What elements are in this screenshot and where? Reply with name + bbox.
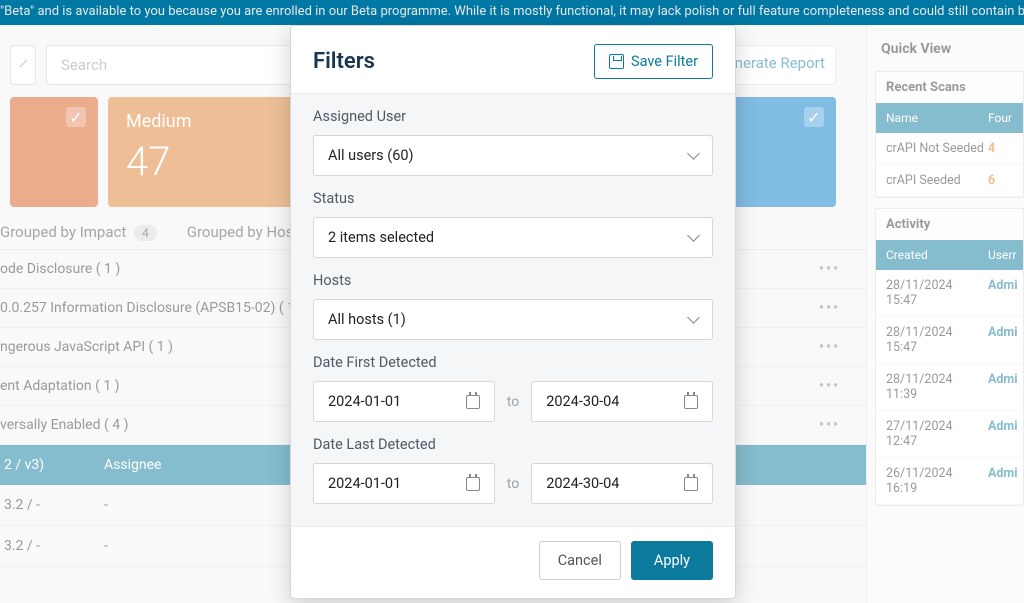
assigned-user-label: Assigned User	[313, 108, 713, 125]
status-select[interactable]: 2 items selected	[313, 217, 713, 258]
chevron-down-icon	[687, 229, 700, 242]
calendar-icon	[684, 395, 698, 409]
date-first-from-input[interactable]: 2024-01-01	[313, 381, 495, 422]
modal-title: Filters	[313, 49, 375, 74]
save-filter-button[interactable]: Save Filter	[594, 44, 713, 79]
calendar-icon	[684, 477, 698, 491]
apply-button[interactable]: Apply	[631, 541, 713, 580]
save-icon	[609, 54, 624, 69]
date-first-label: Date First Detected	[313, 354, 713, 371]
date-last-label: Date Last Detected	[313, 436, 713, 453]
date-separator: to	[507, 476, 519, 492]
filters-modal: Filters Save Filter Assigned User All us…	[290, 25, 736, 599]
cancel-button[interactable]: Cancel	[539, 541, 621, 580]
date-first-to-input[interactable]: 2024-30-04	[531, 381, 713, 422]
chevron-down-icon	[687, 311, 700, 324]
status-label: Status	[313, 190, 713, 207]
date-last-from-input[interactable]: 2024-01-01	[313, 463, 495, 504]
hosts-label: Hosts	[313, 272, 713, 289]
date-last-to-input[interactable]: 2024-30-04	[531, 463, 713, 504]
beta-banner: "Beta" and is available to you because y…	[0, 0, 1024, 25]
calendar-icon	[466, 477, 480, 491]
assigned-user-select[interactable]: All users (60)	[313, 135, 713, 176]
hosts-select[interactable]: All hosts (1)	[313, 299, 713, 340]
chevron-down-icon	[687, 147, 700, 160]
date-separator: to	[507, 394, 519, 410]
calendar-icon	[466, 395, 480, 409]
